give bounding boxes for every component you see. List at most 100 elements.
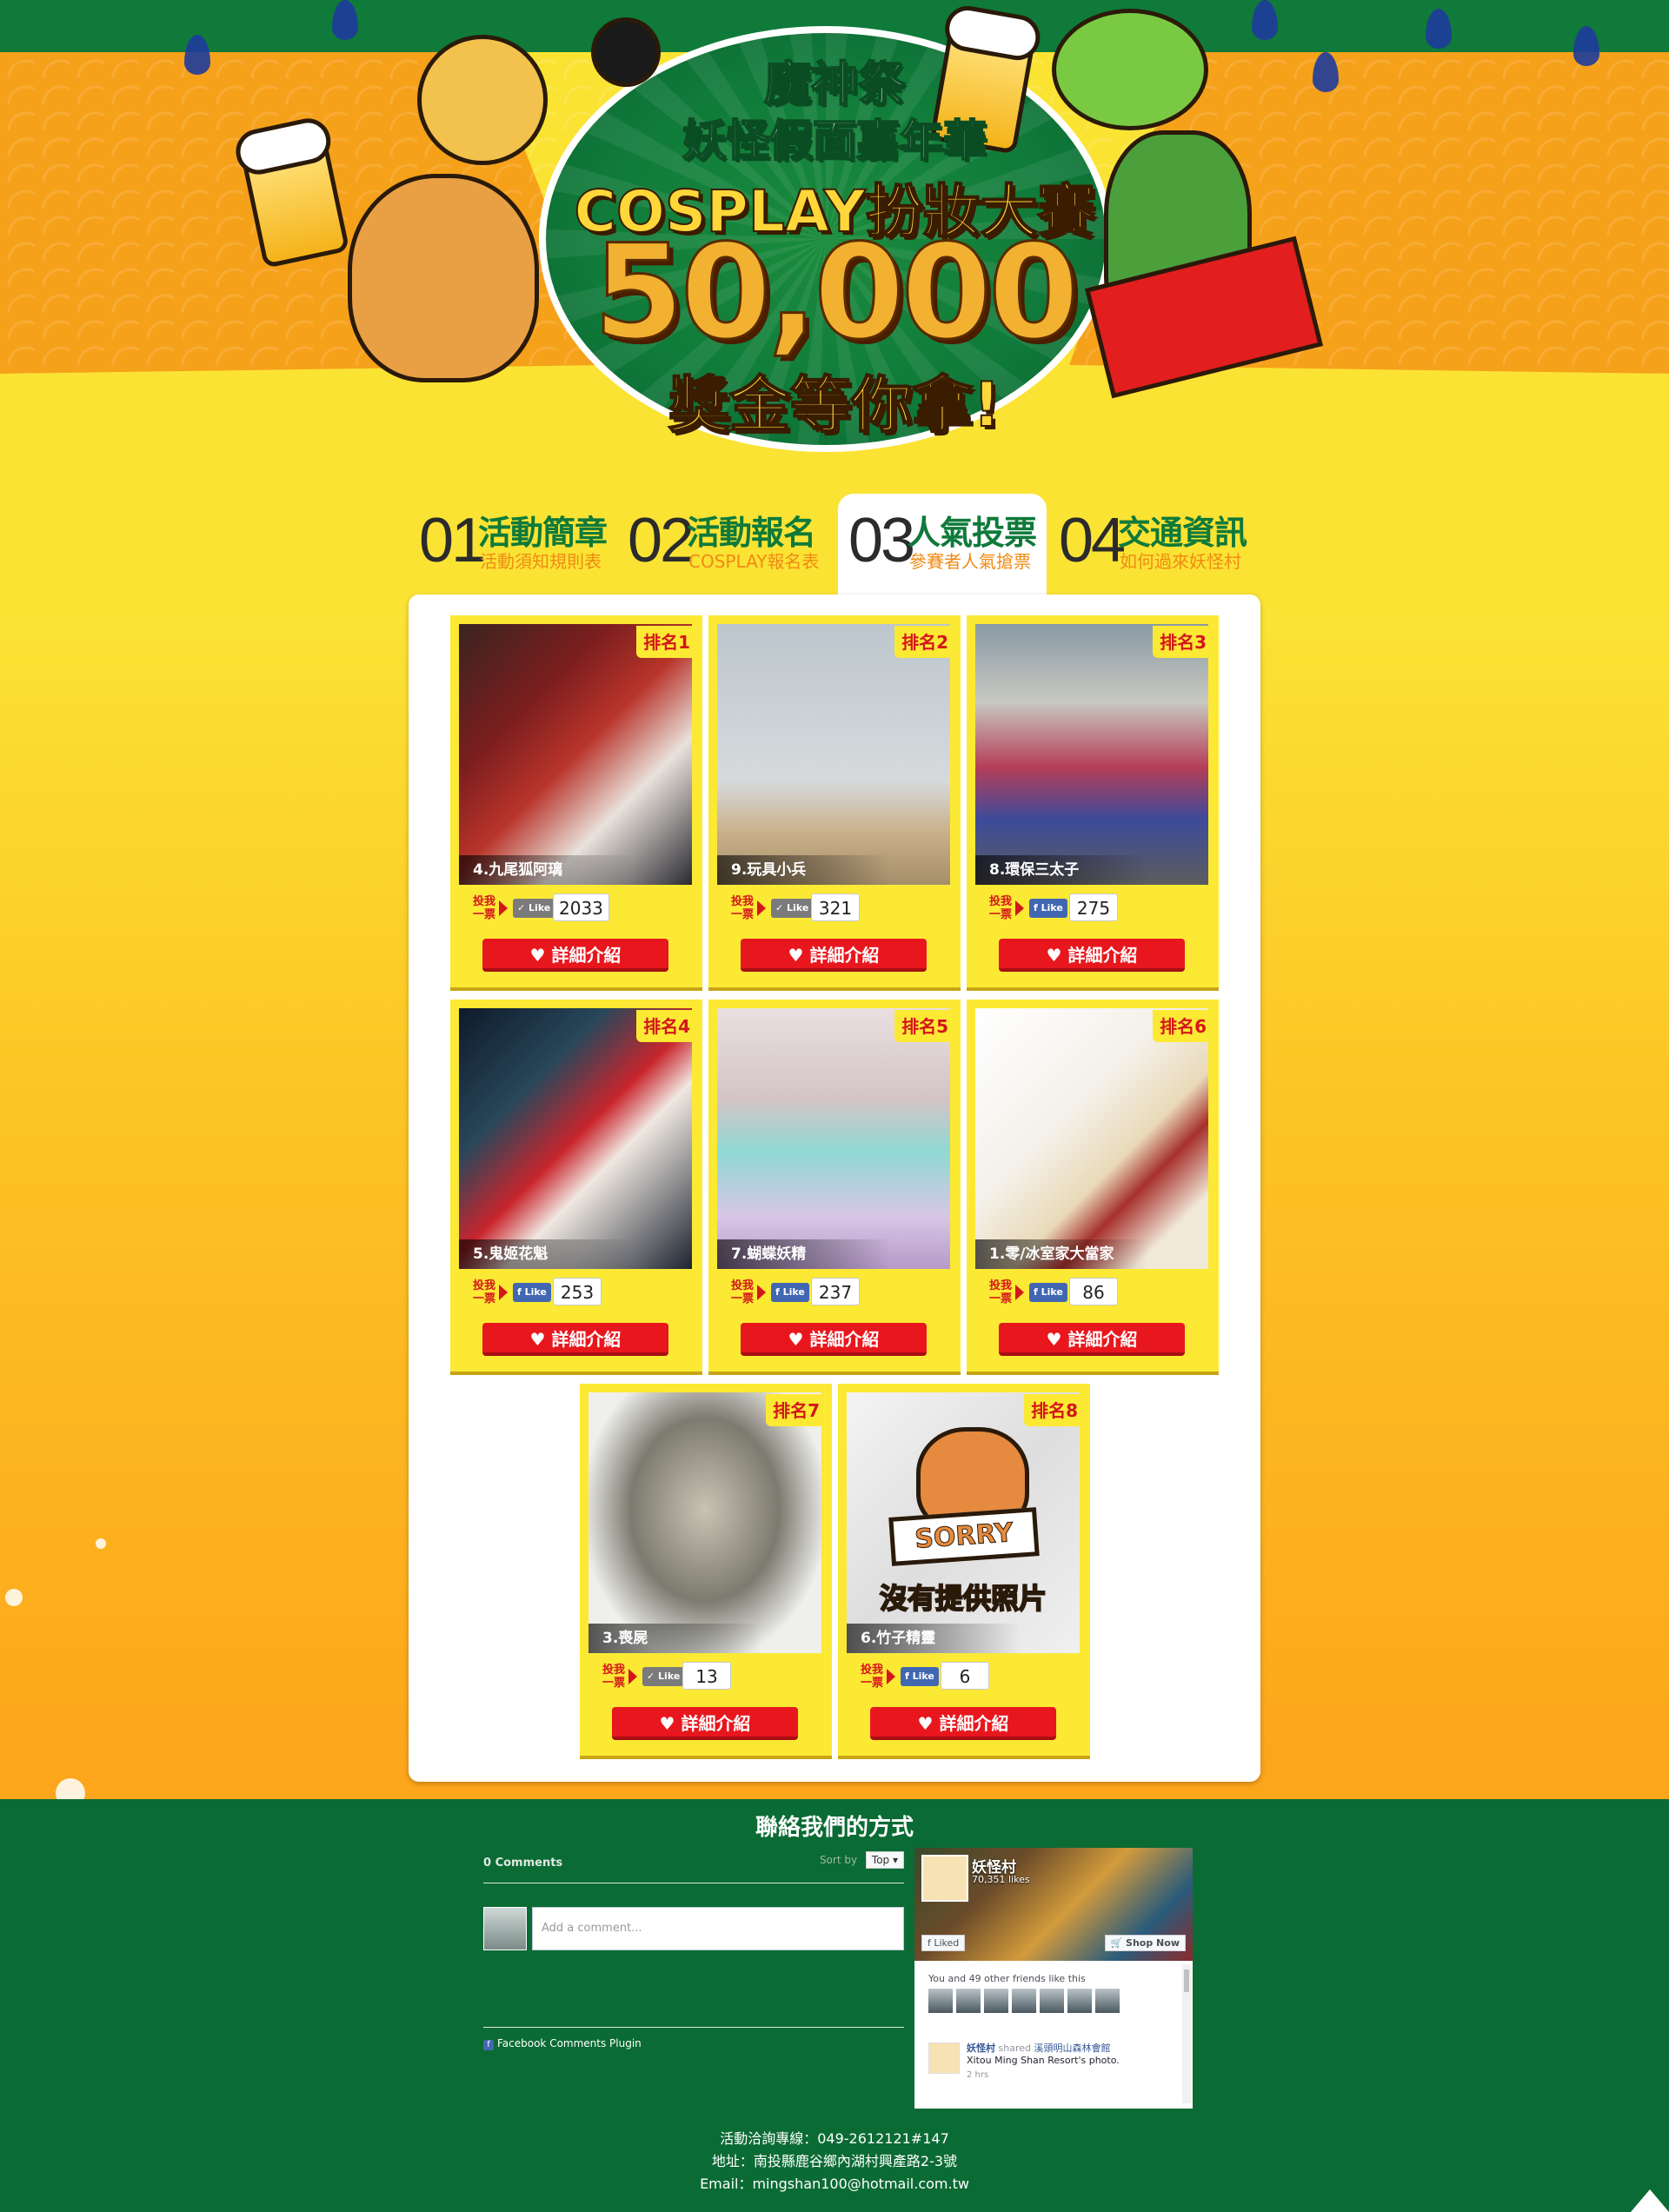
rank-badge: 排名3 <box>1153 626 1212 658</box>
like-button[interactable]: ✓ Like <box>513 899 555 918</box>
shop-now-button[interactable]: 🛒 Shop Now <box>1104 1935 1186 1951</box>
entry-card: 排名7 3.喪屍 投我一票 ✓ Like 13 ♥ 詳細介紹 <box>580 1384 832 1756</box>
vote-label-text: 投我一票 <box>989 1279 1013 1305</box>
like-label: Like <box>524 1286 547 1298</box>
post-action: shared <box>998 2043 1031 2054</box>
rank-badge: 排名2 <box>894 626 954 658</box>
avatar[interactable] <box>1040 1989 1064 2013</box>
sort-label: Sort by <box>819 1854 858 1866</box>
tab-subtitle: COSPLAY報名表 <box>688 551 820 572</box>
entry-photo[interactable] <box>588 1392 821 1653</box>
facebook-comments: 0 Comments Sort by Top ▾ Add a comment..… <box>483 1851 904 2060</box>
entry-card: 排名3 8.環保三太子 投我一票 f Like 275 ♥ 詳細介紹 <box>967 615 1219 987</box>
detail-button[interactable]: ♥ 詳細介紹 <box>741 939 927 972</box>
arrow-right-icon <box>757 900 766 916</box>
vote-label: 投我一票 <box>602 1664 637 1690</box>
vote-label: 投我一票 <box>473 895 508 921</box>
detail-label: 詳細介紹 <box>551 945 622 966</box>
vote-label-text: 投我一票 <box>731 1279 755 1305</box>
widget-scrollbar[interactable] <box>1182 1964 1191 2103</box>
like-label: Like <box>787 902 809 913</box>
detail-button[interactable]: ♥ 詳細介紹 <box>999 1323 1185 1356</box>
avatar[interactable] <box>1067 1989 1092 2013</box>
like-button[interactable]: f Like <box>1029 1283 1067 1302</box>
entry-photo[interactable] <box>975 1008 1208 1269</box>
post-line2: Xitou Ming Shan Resort's photo. <box>967 2055 1120 2066</box>
detail-button[interactable]: ♥ 詳細介紹 <box>612 1707 798 1740</box>
post-target-link[interactable]: 溪頭明山森林會館 <box>1034 2043 1110 2054</box>
avatar[interactable] <box>928 1989 953 2013</box>
detail-label: 詳細介紹 <box>1067 1329 1138 1350</box>
arrow-right-icon <box>1015 1285 1024 1300</box>
entry-name: 6.竹子精靈 <box>847 1624 1021 1653</box>
detail-label: 詳細介紹 <box>551 1329 622 1350</box>
like-button[interactable]: ✓ Like <box>771 899 814 918</box>
contact-phone: 活動洽詢專線：049-2612121#147 <box>720 2130 949 2147</box>
rank-badge: 排名6 <box>1153 1010 1212 1042</box>
liked-button[interactable]: f Liked <box>921 1935 966 1951</box>
entry-photo[interactable] <box>459 624 692 885</box>
arrow-right-icon <box>499 900 508 916</box>
like-label: Like <box>782 1286 805 1298</box>
avatar[interactable] <box>984 1989 1008 2013</box>
like-button[interactable]: f Like <box>771 1283 809 1302</box>
detail-button[interactable]: ♥ 詳細介紹 <box>870 1707 1056 1740</box>
entry-name: 3.喪屍 <box>588 1624 762 1653</box>
detail-button[interactable]: ♥ 詳細介紹 <box>482 939 668 972</box>
tab-rules[interactable]: 01 活動簡章 活動須知規則表 <box>409 494 617 598</box>
detail-button[interactable]: ♥ 詳細介紹 <box>741 1323 927 1356</box>
post-time: 2 hrs <box>967 2070 989 2080</box>
like-button[interactable]: f Like <box>513 1283 551 1302</box>
rank-badge: 排名4 <box>636 1010 695 1042</box>
post-author[interactable]: 妖怪村 <box>967 2043 995 2054</box>
rank-badge: 排名1 <box>636 626 695 658</box>
comment-input[interactable]: Add a comment... <box>532 1907 904 1950</box>
liked-label: Liked <box>934 1937 960 1949</box>
plugin-label: Facebook Comments Plugin <box>497 2037 642 2049</box>
entry-photo[interactable] <box>717 1008 950 1269</box>
friends-like-text: You and 49 other friends like this <box>928 1973 1086 1984</box>
entry-photo[interactable] <box>717 624 950 885</box>
like-label: Like <box>912 1671 934 1682</box>
detail-button[interactable]: ♥ 詳細介紹 <box>999 939 1185 972</box>
entry-photo[interactable] <box>975 624 1208 885</box>
avatar[interactable] <box>1012 1989 1036 2013</box>
like-count: 13 <box>682 1662 731 1690</box>
like-button[interactable]: ✓ Like <box>642 1667 685 1686</box>
tab-register[interactable]: 02 活動報名 COSPLAY報名表 <box>617 494 826 598</box>
facebook-page-widget: 妖怪村 70,351 likes f Liked 🛒 Shop Now You … <box>914 1848 1193 2109</box>
post-avatar[interactable] <box>928 2043 960 2074</box>
detail-label: 詳細介紹 <box>809 945 880 966</box>
comment-count: 0 Comments <box>483 1857 563 1870</box>
contact-address: 地址：南投縣鹿谷鄉內湖村興產路2-3號 <box>711 2153 958 2169</box>
like-button[interactable]: f Like <box>1029 899 1067 918</box>
sort-select[interactable]: Top ▾ <box>865 1851 904 1869</box>
like-label: Like <box>658 1671 681 1682</box>
detail-button[interactable]: ♥ 詳細介紹 <box>482 1323 668 1356</box>
entry-card: 排名4 5.鬼姬花魁 投我一票 f Like 253 ♥ 詳細介紹 <box>450 1000 702 1372</box>
avatar[interactable] <box>1095 1989 1120 2013</box>
tab-title: 活動報名 <box>687 514 816 552</box>
facebook-icon: f <box>483 2040 494 2050</box>
vote-label: 投我一票 <box>731 1279 766 1305</box>
tab-vote[interactable]: 03 人氣投票 參賽者人氣搶票 <box>838 494 1047 598</box>
contact-info: 活動洽詢專線：049-2612121#147 地址：南投縣鹿谷鄉內湖村興產路2-… <box>0 2128 1669 2195</box>
like-button[interactable]: f Like <box>901 1667 939 1686</box>
vote-label: 投我一票 <box>989 1279 1024 1305</box>
tab-title: 人氣投票 <box>908 514 1037 552</box>
entry-photo[interactable]: SORRY 沒有提供照片 <box>847 1392 1080 1653</box>
avatar[interactable] <box>956 1989 981 2013</box>
entry-card: 排名5 7.蝴蝶妖精 投我一票 f Like 237 ♥ 詳細介紹 <box>708 1000 961 1372</box>
entry-photo[interactable] <box>459 1008 692 1269</box>
detail-label: 詳細介紹 <box>681 1713 751 1734</box>
no-photo-text: 沒有提供照片 <box>879 1581 1047 1616</box>
back-to-top-icon[interactable] <box>1631 2189 1669 2212</box>
tab-transport[interactable]: 04 交通資訊 如何過來妖怪村 <box>1048 494 1257 598</box>
page-logo[interactable] <box>921 1855 968 1902</box>
rank-badge: 排名7 <box>766 1394 825 1426</box>
tab-number: 02 <box>628 506 695 575</box>
like-count: 275 <box>1069 893 1118 921</box>
page-likes: 70,351 likes <box>972 1874 1030 1885</box>
entry-card: SORRY 沒有提供照片 排名8 6.竹子精靈 投我一票 f Like 6 ♥ … <box>838 1384 1090 1756</box>
comments-plugin-link[interactable]: f Facebook Comments Plugin <box>483 2037 642 2050</box>
